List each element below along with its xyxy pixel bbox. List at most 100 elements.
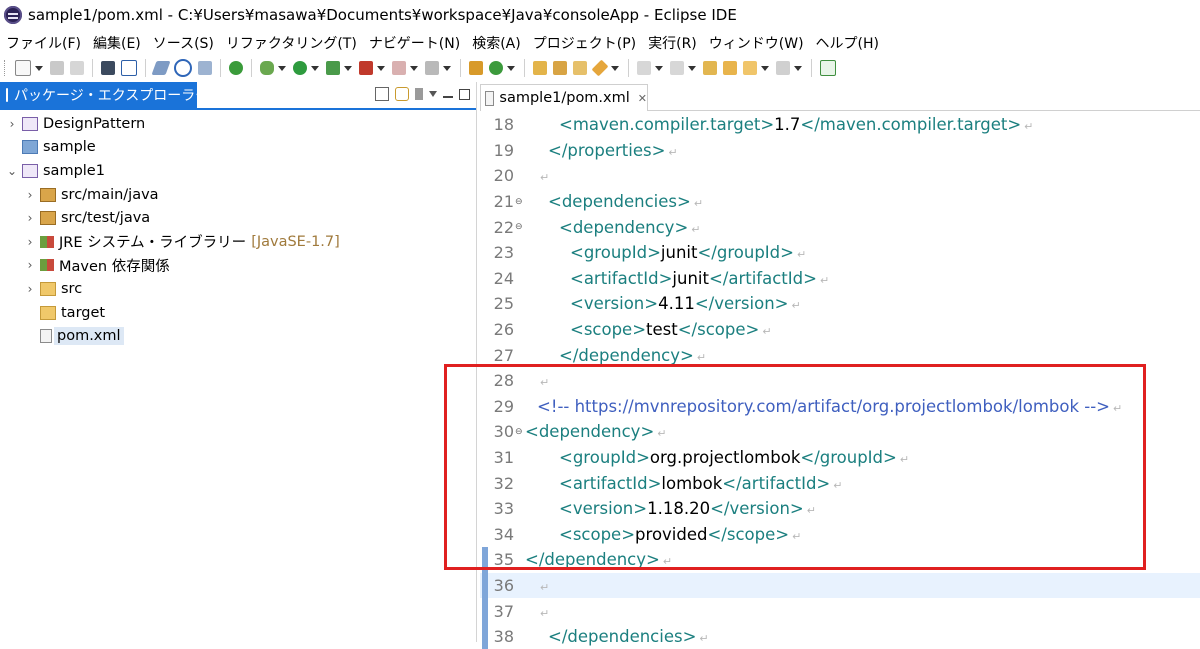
line-end-marker: ↵ [791,299,801,313]
code-line[interactable]: 36 ↵ [480,572,1200,599]
run-dropdown-icon[interactable] [311,65,319,71]
prev-annotation-dropdown-icon[interactable] [688,65,696,71]
stop-icon[interactable] [392,61,406,75]
pin-editor-icon[interactable] [820,60,836,76]
code-line[interactable]: 24 <artifactId>junit</artifactId> ↵ [480,266,1200,292]
stop-dropdown-icon[interactable] [410,65,418,71]
back-dropdown-icon[interactable] [761,65,769,71]
open-file-icon[interactable] [573,61,587,75]
open-project-icon[interactable] [553,61,567,75]
next-annotation-icon[interactable] [637,61,651,75]
prev-annotation-icon[interactable] [670,61,684,75]
debug-config-icon[interactable] [174,59,192,77]
code-line[interactable]: 25 <version>4.11</version> ↵ [480,291,1200,317]
debug-dropdown-icon[interactable] [278,65,286,71]
external-tools-dropdown-icon[interactable] [377,65,385,71]
skip-breakpoints-icon[interactable] [151,61,171,75]
next-annotation-dropdown-icon[interactable] [655,65,663,71]
code-line[interactable]: 18 <maven.compiler.target>1.7</maven.comp… [480,112,1200,138]
minimize-icon[interactable] [443,96,453,98]
code-line[interactable]: 20 ↵ [480,163,1200,189]
tree-item[interactable]: › Maven 依存関係 [0,254,476,278]
save-icon[interactable] [50,61,64,75]
chevron-right-icon[interactable]: › [22,211,38,225]
menu-item[interactable]: 実行(R) [642,33,703,53]
new-class-icon[interactable] [489,61,503,75]
menu-item[interactable]: ファイル(F) [0,33,87,53]
tree-item[interactable]: sample [0,136,476,160]
menu-item[interactable]: ヘルプ(H) [810,33,885,53]
new-icon[interactable] [15,60,31,76]
external-tools-icon[interactable] [359,61,373,75]
chevron-right-icon[interactable]: › [4,117,20,131]
new-dropdown-icon[interactable] [35,65,43,71]
fold-toggle-icon[interactable]: ⊖ [515,197,523,207]
chevron-right-icon[interactable]: › [22,235,38,249]
menu-item[interactable]: 検索(A) [466,33,527,53]
tree-item-label: src/test/java [61,210,151,227]
main-toolbar [0,56,1200,80]
console-icon[interactable] [121,60,137,76]
new-class-dropdown-icon[interactable] [507,65,515,71]
last-edit-icon[interactable] [703,61,717,75]
tree-item[interactable]: › JRE システム・ライブラリー [JavaSE-1.7] [0,230,476,254]
close-icon[interactable]: ✕ [638,92,647,105]
run-icon[interactable] [293,61,307,75]
chevron-right-icon[interactable]: › [22,258,38,272]
menu-item[interactable]: リファクタリング(T) [220,33,363,53]
server-dropdown-icon[interactable] [443,65,451,71]
fold-toggle-icon[interactable]: ⊖ [515,222,523,232]
code-line[interactable]: 38 </dependencies> ↵ [480,623,1200,649]
chevron-right-icon[interactable]: › [22,188,38,202]
tree-item[interactable]: pom.xml [0,324,476,348]
red-highlight-box [444,364,1146,570]
pen-icon[interactable] [591,59,609,77]
collapse-all-icon[interactable] [375,87,389,101]
menu-item[interactable]: 編集(E) [87,33,147,53]
package-explorer-tab[interactable]: パッケージ・エクスプローラー ✕ [0,82,225,108]
code-line[interactable]: 23 <groupId>junit</groupId> ↵ [480,240,1200,266]
server-icon[interactable] [425,61,439,75]
xml-tag: </maven.compiler.target> [800,115,1022,135]
toolbar-grip[interactable] [4,60,8,76]
menu-item[interactable]: ナビゲート(N) [363,33,466,53]
tree-item[interactable]: target [0,301,476,325]
code-text: <dependency> ↵ [559,218,701,237]
editor-tab-pom[interactable]: sample1/pom.xml ✕ [480,84,648,111]
new-package-icon[interactable] [469,61,483,75]
view-menu-icon[interactable] [429,91,437,97]
code-line[interactable]: 37 ↵ [480,598,1200,624]
spring-boot-icon[interactable] [229,61,243,75]
forward-icon[interactable] [776,61,790,75]
code-line[interactable]: 26 <scope>test</scope> ↵ [480,317,1200,343]
tree-item[interactable]: › src/test/java [0,206,476,230]
open-type-icon[interactable] [198,61,212,75]
line-end-marker: ↵ [540,171,550,185]
terminal-icon[interactable] [101,61,115,75]
pen-dropdown-icon[interactable] [611,65,619,71]
filter-icon[interactable] [415,88,423,100]
code-line[interactable]: 19 </properties> ↵ [480,138,1200,164]
coverage-dropdown-icon[interactable] [344,65,352,71]
tree-item[interactable]: ⌄ sample1 [0,159,476,183]
link-with-editor-icon[interactable] [395,87,409,101]
close-icon[interactable]: ✕ [213,87,225,103]
run-coverage-icon[interactable] [326,61,340,75]
back-icon[interactable] [723,61,737,75]
menu-item[interactable]: ウィンドウ(W) [703,33,810,53]
code-line[interactable]: 22 ⊖ <dependency> ↵ [480,214,1200,240]
tree-item[interactable]: › DesignPattern [0,112,476,136]
menu-item[interactable]: ソース(S) [147,33,220,53]
debug-icon[interactable] [260,61,274,75]
tree-item[interactable]: › src [0,277,476,301]
maximize-icon[interactable] [459,88,470,100]
forward-dropdown-icon[interactable] [794,65,802,71]
chevron-down-icon[interactable]: ⌄ [4,164,20,178]
tree-item[interactable]: › src/main/java [0,183,476,207]
forward-nav-icon[interactable] [743,61,757,75]
chevron-right-icon[interactable]: › [22,282,38,296]
code-line[interactable]: 21 ⊖ <dependencies> ↵ [480,189,1200,215]
open-folder-icon[interactable] [533,61,547,75]
save-all-icon[interactable] [70,61,84,75]
menu-item[interactable]: プロジェクト(P) [527,33,642,53]
